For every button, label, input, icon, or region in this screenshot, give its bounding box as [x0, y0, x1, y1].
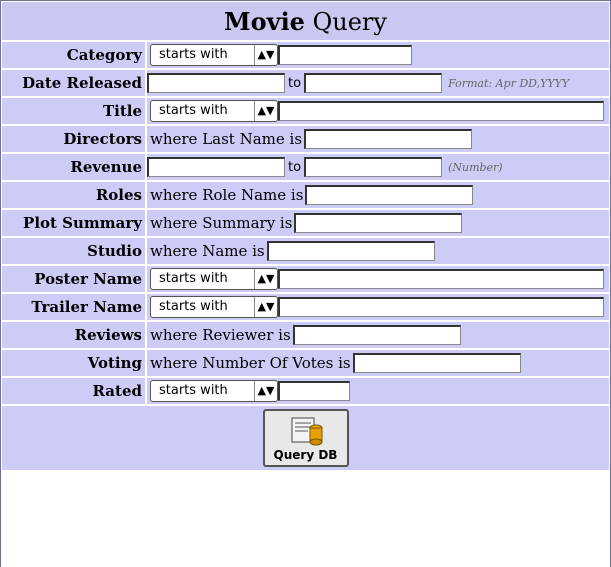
title-operator-select[interactable]: starts with ▲▼	[150, 100, 278, 122]
updown-arrows-icon: ▲▼	[254, 101, 277, 121]
revenue-from-input[interactable]	[147, 157, 285, 177]
revenue-to-label: to	[288, 159, 302, 175]
row-trailer-name: Trailer Name starts with ▲▼	[2, 294, 609, 320]
row-category: Category starts with ▲▼	[2, 42, 609, 68]
date-format-hint: Format: Apr DD,YYYY	[448, 76, 570, 90]
date-from-input[interactable]	[147, 73, 285, 93]
studio-input[interactable]	[266, 241, 435, 261]
trailer-name-input[interactable]	[278, 297, 604, 317]
row-poster-name: Poster Name starts with ▲▼	[2, 266, 609, 292]
roles-prefix: where Role Name is	[150, 186, 304, 204]
query-db-label: Query DB	[273, 448, 338, 462]
studio-label: Studio	[2, 238, 145, 264]
row-revenue: Revenue to (Number)	[2, 154, 609, 180]
revenue-number-hint: (Number)	[448, 160, 503, 174]
page-title: Movie Query	[2, 2, 609, 40]
plot-summary-prefix: where Summary is	[150, 214, 293, 232]
date-released-label: Date Released	[2, 70, 145, 96]
row-reviews: Reviews where Reviewer is	[2, 322, 609, 348]
row-title: Title starts with ▲▼	[2, 98, 609, 124]
roles-label: Roles	[2, 182, 145, 208]
updown-arrows-icon: ▲▼	[254, 297, 277, 317]
directors-prefix: where Last Name is	[150, 130, 303, 148]
reviews-prefix: where Reviewer is	[150, 326, 291, 344]
voting-input[interactable]	[352, 353, 521, 373]
row-studio: Studio where Name is	[2, 238, 609, 264]
rated-operator-select[interactable]: starts with ▲▼	[150, 380, 278, 402]
trailer-name-label: Trailer Name	[2, 294, 145, 320]
date-to-label: to	[288, 75, 302, 91]
row-directors: Directors where Last Name is	[2, 126, 609, 152]
category-input[interactable]	[278, 45, 412, 65]
row-rated: Rated starts with ▲▼	[2, 378, 609, 404]
roles-input[interactable]	[305, 185, 474, 205]
reviews-input[interactable]	[292, 325, 461, 345]
trailer-name-operator-select[interactable]: starts with ▲▼	[150, 296, 278, 318]
poster-name-label: Poster Name	[2, 266, 145, 292]
row-roles: Roles where Role Name is	[2, 182, 609, 208]
title-input[interactable]	[278, 101, 604, 121]
updown-arrows-icon: ▲▼	[254, 45, 277, 65]
title-label: Title	[2, 98, 145, 124]
date-to-input[interactable]	[304, 73, 443, 93]
query-db-button[interactable]: Query DB	[262, 409, 349, 467]
updown-arrows-icon: ▲▼	[254, 381, 277, 401]
directors-label: Directors	[2, 126, 145, 152]
poster-name-operator-select[interactable]: starts with ▲▼	[150, 268, 278, 290]
query-form-table: Movie Query Category starts with ▲▼ Date …	[0, 0, 611, 472]
revenue-label: Revenue	[2, 154, 145, 180]
category-operator-select[interactable]: starts with ▲▼	[150, 44, 278, 66]
poster-name-input[interactable]	[278, 269, 604, 289]
studio-prefix: where Name is	[150, 242, 265, 260]
query-panel: Movie Query Category starts with ▲▼ Date …	[0, 0, 611, 567]
revenue-to-input[interactable]	[304, 157, 443, 177]
row-voting: Voting where Number Of Votes is	[2, 350, 609, 376]
category-label: Category	[2, 42, 145, 68]
voting-prefix: where Number Of Votes is	[150, 354, 351, 372]
plot-summary-input[interactable]	[294, 213, 463, 233]
rated-label: Rated	[2, 378, 145, 404]
row-date-released: Date Released to Format: Apr DD,YYYY	[2, 70, 609, 96]
database-query-icon	[291, 417, 322, 446]
rated-input[interactable]	[278, 381, 350, 401]
directors-input[interactable]	[304, 129, 473, 149]
updown-arrows-icon: ▲▼	[254, 269, 277, 289]
plot-summary-label: Plot Summary	[2, 210, 145, 236]
voting-label: Voting	[2, 350, 145, 376]
reviews-label: Reviews	[2, 322, 145, 348]
row-plot-summary: Plot Summary where Summary is	[2, 210, 609, 236]
